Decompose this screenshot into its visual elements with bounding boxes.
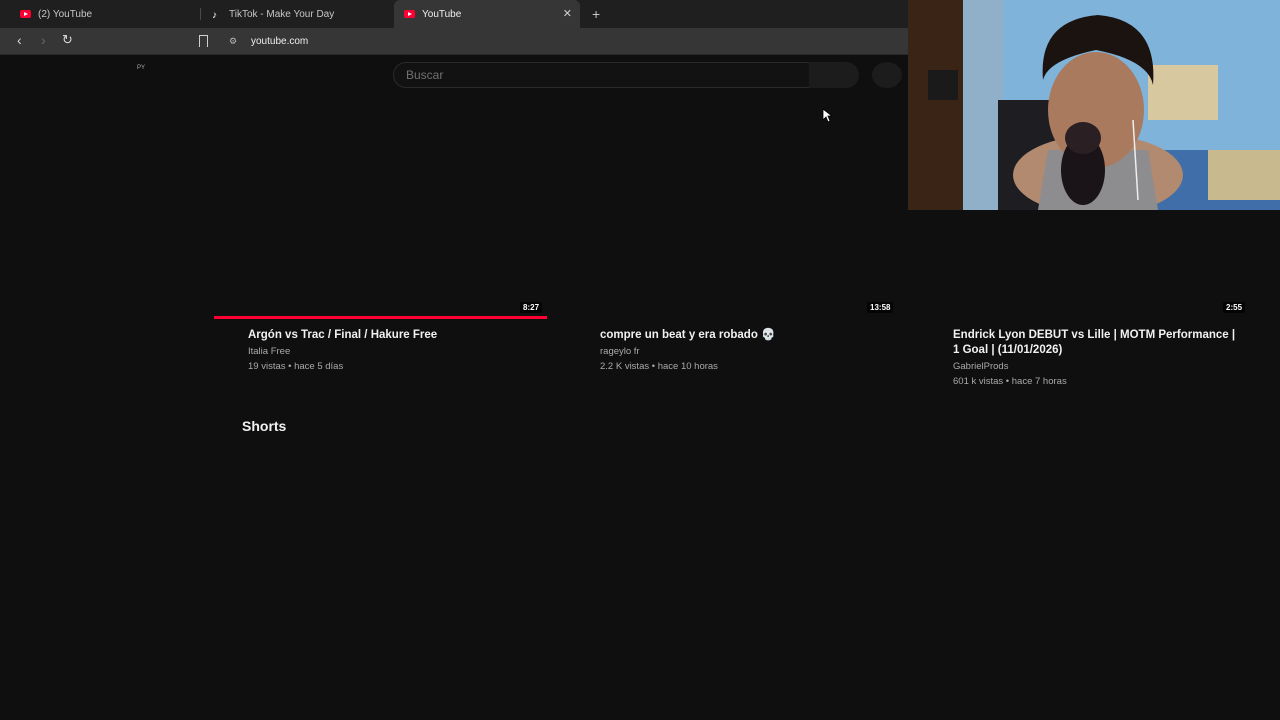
tab-youtube-active[interactable]: YouTube ✕ <box>394 0 580 28</box>
tab-tiktok[interactable]: ♪ TikTok - Make Your Day <box>204 0 390 28</box>
site-settings-icon[interactable]: ⚙ <box>229 36 237 47</box>
search-input[interactable] <box>394 63 809 87</box>
youtube-icon <box>20 10 31 18</box>
back-icon[interactable]: ‹ <box>17 32 22 48</box>
reload-icon[interactable]: ↻ <box>62 32 73 48</box>
tab-label: (2) YouTube <box>38 8 93 20</box>
new-tab-icon[interactable]: + <box>592 6 600 22</box>
tab-separator <box>200 8 201 20</box>
watched-progress-bar <box>214 316 547 319</box>
video-title[interactable]: Argón vs Trac / Final / Hakure Free <box>248 328 437 343</box>
video-title[interactable]: compre un beat y era robado 💀 <box>600 328 775 343</box>
tab-label: YouTube <box>422 8 462 20</box>
shorts-section-title: Shorts <box>242 418 287 434</box>
app-window: (2) YouTube ♪ TikTok - Make Your Day You… <box>0 0 1280 720</box>
country-code-label: PY <box>137 65 146 71</box>
tab-label: TikTok - Make Your Day <box>229 8 335 20</box>
bookmark-icon[interactable] <box>199 35 208 51</box>
search-box[interactable] <box>393 62 810 88</box>
video-stats: 2.2 K vistas • hace 10 horas <box>600 361 718 372</box>
tab-youtube-1[interactable]: (2) YouTube <box>12 0 198 28</box>
video-stats: 19 vistas • hace 5 días <box>248 361 344 372</box>
address-bar[interactable]: youtube.com <box>251 36 308 47</box>
video-duration: 13:58 <box>867 302 894 313</box>
forward-icon[interactable]: › <box>41 32 46 48</box>
video-channel[interactable]: rageylo fr <box>600 346 640 357</box>
video-title-line-1[interactable]: Endrick Lyon DEBUT vs Lille | MOTM Perfo… <box>953 328 1235 343</box>
video-duration: 2:55 <box>1223 302 1246 313</box>
tiktok-icon: ♪ <box>212 10 217 21</box>
video-duration: 8:27 <box>520 302 543 313</box>
video-stats: 601 k vistas • hace 7 horas <box>953 376 1067 387</box>
youtube-icon <box>404 10 415 18</box>
voice-search-button[interactable] <box>872 62 902 88</box>
search-button[interactable] <box>809 62 859 88</box>
webcam-overlay <box>908 0 1280 210</box>
close-tab-icon[interactable]: ✕ <box>563 7 572 20</box>
video-channel[interactable]: GabrielProds <box>953 361 1008 372</box>
video-title-line-2[interactable]: 1 Goal | (11/01/2026) <box>953 343 1062 358</box>
video-channel[interactable]: Italia Free <box>248 346 290 357</box>
